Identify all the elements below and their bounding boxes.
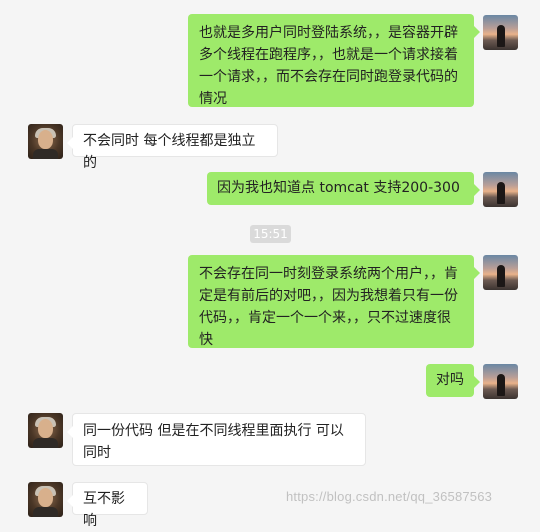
message-bubble-self[interactable]: 对吗 xyxy=(426,364,480,397)
message-bubble-other[interactable]: 互不影响 xyxy=(67,482,148,529)
avatar-self[interactable] xyxy=(483,255,518,290)
avatar-other[interactable] xyxy=(28,124,63,159)
message-bubble-other[interactable]: 不会同时 每个线程都是独立的 xyxy=(67,124,278,171)
avatar-self[interactable] xyxy=(483,15,518,50)
message-timestamp: 15:51 xyxy=(250,225,291,243)
message-bubble-other[interactable]: 同一份代码 但是在不同线程里面执行 可以同时 xyxy=(67,413,366,466)
message-bubble-self[interactable]: 不会存在同一时刻登录系统两个用户，，肯定是有前后的对吧，，因为我想着只有一份代码… xyxy=(188,255,480,348)
avatar-self[interactable] xyxy=(483,364,518,399)
avatar-other[interactable] xyxy=(28,413,63,448)
watermark-text: https://blog.csdn.net/qq_36587563 xyxy=(286,489,493,504)
avatar-self[interactable] xyxy=(483,172,518,207)
message-bubble-self[interactable]: 也就是多用户同时登陆系统，，是容器开辟多个线程在跑程序，，也就是一个请求接着一个… xyxy=(188,14,480,107)
message-bubble-self[interactable]: 因为我也知道点 tomcat 支持200-300 xyxy=(207,172,480,205)
avatar-other[interactable] xyxy=(28,482,63,517)
